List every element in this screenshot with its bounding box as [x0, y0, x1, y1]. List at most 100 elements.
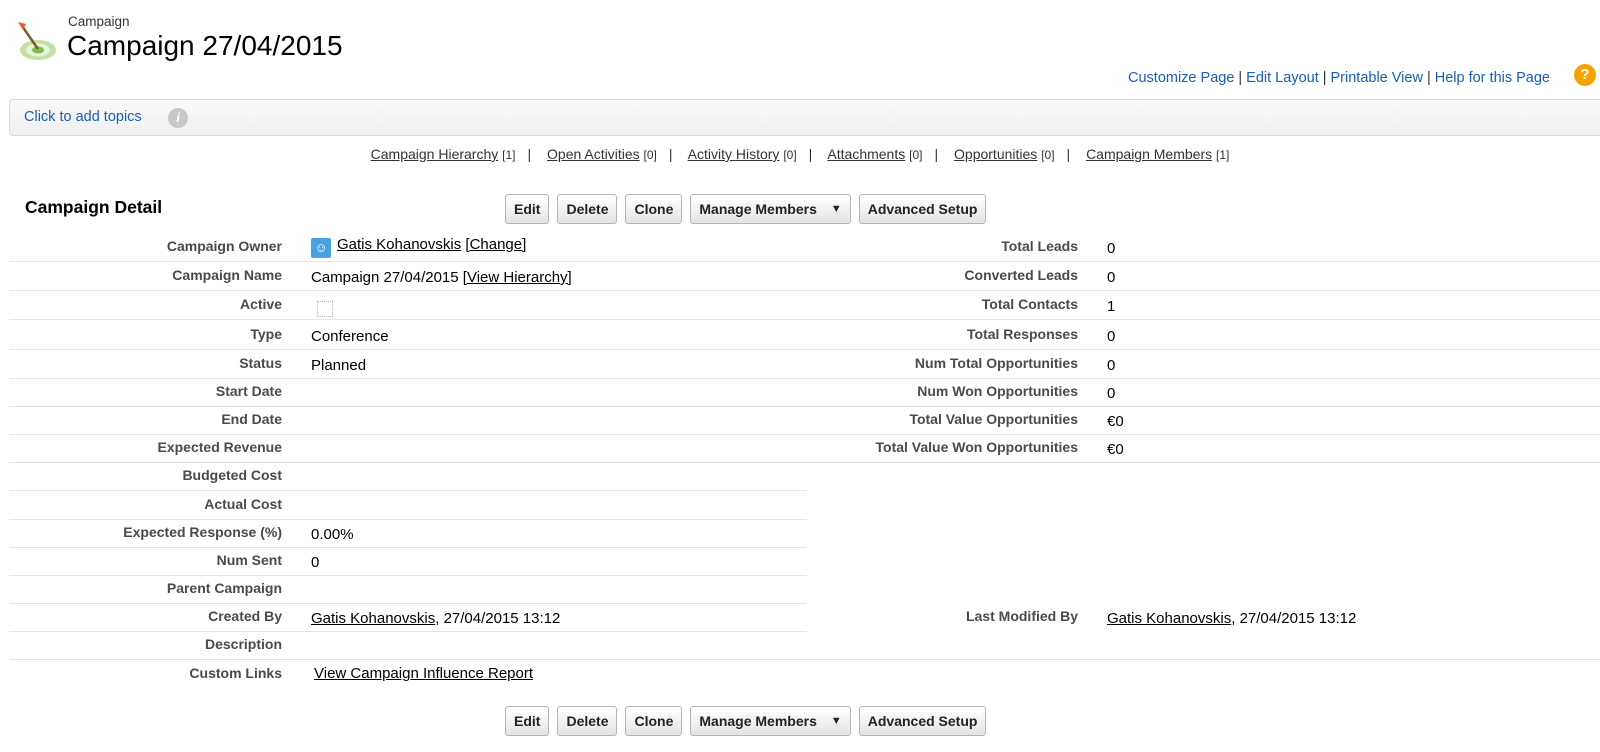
section-title: Campaign Detail — [25, 197, 163, 217]
related-link-campaign-hierarchy[interactable]: Campaign Hierarchy — [371, 146, 499, 162]
related-link-label: Attachments — [827, 146, 906, 162]
detail-row: Actual Cost — [9, 491, 1600, 520]
help-icon[interactable]: ? — [1574, 64, 1596, 86]
related-list-links: Campaign Hierarchy [1] | Open Activities … — [370, 146, 1230, 162]
last-modified-by-value: Gatis Kohanovskis, 27/04/2015 13:12 — [1107, 610, 1356, 627]
related-link-opportunities[interactable]: Opportunities — [954, 146, 1037, 162]
campaign-name-text: Campaign 27/04/2015 — [311, 269, 459, 286]
dropdown-arrow-icon: ▼ — [830, 203, 842, 215]
detail-row: Custom Links View Campaign Influence Rep… — [9, 660, 1600, 688]
num-sent-value: 0 — [311, 554, 320, 571]
related-link-count: [0] — [783, 148, 797, 162]
num-total-opportunities-label: Num Total Opportunities — [914, 355, 1078, 371]
edit-button[interactable]: Edit — [505, 706, 550, 736]
related-link-open-activities[interactable]: Open Activities — [547, 146, 640, 162]
customize-page-link[interactable]: Customize Page — [1128, 70, 1234, 86]
edit-layout-link[interactable]: Edit Layout — [1246, 70, 1319, 86]
help-for-page-link[interactable]: Help for this Page — [1435, 70, 1550, 86]
total-value-opportunities-value: €0 — [1107, 413, 1124, 430]
related-link-count: [1] — [1216, 148, 1230, 162]
detail-row: Created By Gatis Kohanovskis, 27/04/2015… — [9, 603, 1600, 632]
delete-button[interactable]: Delete — [557, 706, 618, 736]
total-value-opportunities-label: Total Value Opportunities — [909, 411, 1078, 427]
detail-row: Active Total Contacts 1 — [9, 291, 1600, 320]
custom-links-label: Custom Links — [189, 665, 282, 681]
help-links: Customize Page | Edit Layout | Printable Vie… — [1128, 70, 1550, 86]
expected-response-value: 0.00% — [311, 526, 354, 543]
created-by-link[interactable]: Gatis Kohanovskis — [311, 610, 435, 627]
related-link-label: Campaign Members — [1086, 146, 1213, 162]
clone-button[interactable]: Clone — [625, 706, 683, 736]
status-value: Planned — [311, 357, 367, 374]
owner-link[interactable]: Gatis Kohanovskis — [337, 236, 461, 253]
total-responses-value: 0 — [1107, 328, 1116, 345]
advanced-setup-button[interactable]: Advanced Setup — [858, 194, 987, 224]
created-date: , 27/04/2015 13:12 — [435, 610, 561, 627]
manage-members-label: Manage Members — [699, 713, 817, 729]
detail-row: End Date Total Value Opportunities €0 — [9, 406, 1600, 435]
total-value-won-value: €0 — [1107, 441, 1124, 458]
related-link-activity-history[interactable]: Activity History — [688, 146, 780, 162]
active-value — [311, 298, 333, 317]
converted-leads-value: 0 — [1107, 269, 1116, 286]
last-modified-by-label: Last Modified By — [965, 608, 1078, 624]
user-avatar-icon: ☺ — [311, 238, 331, 258]
detail-row: Parent Campaign — [9, 575, 1600, 604]
related-link-count: [0] — [909, 148, 923, 162]
active-label: Active — [239, 296, 282, 312]
related-link-label: Open Activities — [547, 146, 640, 162]
info-icon[interactable]: i — [168, 108, 188, 128]
detail-row: Expected Response (%) 0.00% — [9, 519, 1600, 548]
related-link-attachments[interactable]: Attachments — [827, 146, 905, 162]
detail-row: Start Date Num Won Opportunities 0 — [9, 378, 1600, 407]
related-link-count: [1] — [502, 148, 516, 162]
campaign-name-value: Campaign 27/04/2015 [View Hierarchy] — [311, 269, 572, 286]
budgeted-cost-label: Budgeted Cost — [182, 467, 282, 483]
num-won-opportunities-value: 0 — [1107, 385, 1116, 402]
last-modified-by-link[interactable]: Gatis Kohanovskis — [1107, 610, 1231, 627]
change-owner-link[interactable]: [Change] — [465, 236, 526, 253]
topics-bar: Click to add topics i — [9, 99, 1600, 136]
view-hierarchy-link[interactable]: [View Hierarchy] — [463, 269, 572, 286]
type-label: Type — [250, 326, 282, 342]
add-topics-link[interactable]: Click to add topics — [24, 109, 142, 125]
expected-response-label: Expected Response (%) — [123, 524, 282, 540]
total-contacts-value: 1 — [1107, 298, 1116, 315]
type-value: Conference — [311, 328, 389, 345]
campaign-owner-label: Campaign Owner — [166, 238, 282, 254]
advanced-setup-button[interactable]: Advanced Setup — [858, 706, 987, 736]
last-modified-date: , 27/04/2015 13:12 — [1231, 610, 1357, 627]
detail-row: Campaign Owner ☺ Gatis Kohanovskis [Chang… — [9, 233, 1600, 262]
related-link-campaign-members[interactable]: Campaign Members — [1086, 146, 1212, 162]
related-link-count: [0] — [1041, 148, 1055, 162]
edit-button[interactable]: Edit — [505, 194, 550, 224]
status-label: Status — [239, 355, 282, 371]
detail-row: Budgeted Cost — [9, 462, 1600, 491]
related-link-label: Opportunities — [954, 146, 1038, 162]
delete-button[interactable]: Delete — [557, 194, 618, 224]
clone-button[interactable]: Clone — [625, 194, 683, 224]
campaign-name-label: Campaign Name — [172, 267, 282, 283]
total-value-won-label: Total Value Won Opportunities — [875, 439, 1079, 455]
converted-leads-label: Converted Leads — [964, 267, 1078, 283]
printable-view-link[interactable]: Printable View — [1331, 70, 1423, 86]
detail-row: Num Sent 0 — [9, 547, 1600, 576]
campaign-target-icon — [18, 22, 56, 60]
bottom-button-row: Edit Delete Clone Manage Members ▼ Advanc… — [505, 706, 987, 736]
manage-members-button[interactable]: Manage Members ▼ — [690, 706, 851, 736]
description-label: Description — [204, 636, 282, 652]
detail-row: Type Conference Total Responses 0 — [9, 321, 1600, 350]
total-leads-value: 0 — [1107, 240, 1116, 257]
total-leads-label: Total Leads — [1001, 238, 1078, 254]
campaign-influence-report-link[interactable]: View Campaign Influence Report — [314, 665, 533, 682]
actual-cost-label: Actual Cost — [204, 496, 282, 512]
expected-revenue-label: Expected Revenue — [157, 439, 283, 455]
total-contacts-label: Total Contacts — [981, 296, 1078, 312]
end-date-label: End Date — [221, 411, 282, 427]
created-by-label: Created By — [208, 608, 282, 624]
detail-row: Expected Revenue Total Value Won Opportu… — [9, 434, 1600, 463]
detail-row: Campaign Name Campaign 27/04/2015 [View … — [9, 262, 1600, 291]
manage-members-button[interactable]: Manage Members ▼ — [690, 194, 851, 224]
object-type-label: Campaign — [68, 14, 130, 29]
start-date-label: Start Date — [215, 383, 282, 399]
